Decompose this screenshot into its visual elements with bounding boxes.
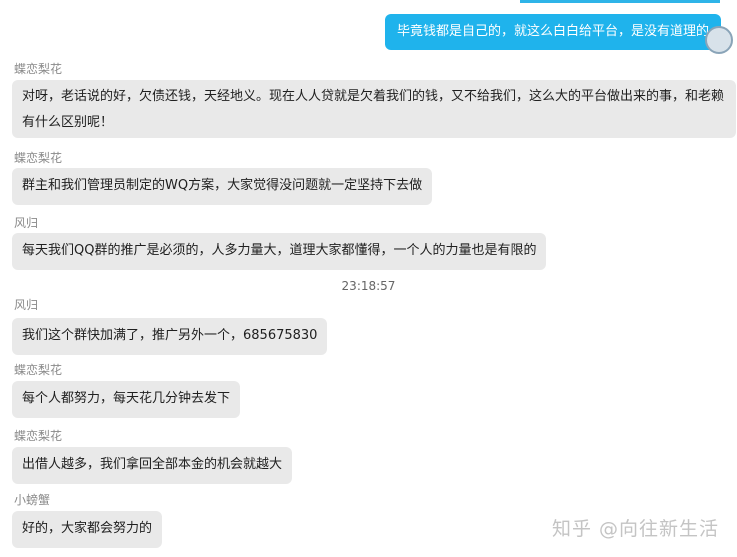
sender-name: 蝶恋梨花 [14, 363, 63, 377]
sender-name: 蝶恋梨花 [14, 62, 63, 76]
sender-name: 风归 [14, 216, 39, 230]
message-text: 我们这个群快加满了，推广另外一个，685675830 [22, 328, 318, 343]
timestamp: 23:18:57 [341, 279, 396, 293]
message-text: 毕竟钱都是自己的，就这么白白给平台，是没有道理的 [396, 24, 709, 39]
message-text: 每天我们QQ群的推广是必须的，人多力量大，道理大家都懂得，一个人的力量也是有限的 [22, 243, 537, 258]
sender-name: 蝶恋梨花 [14, 151, 63, 165]
message-bubble: 每天我们QQ群的推广是必须的，人多力量大，道理大家都懂得，一个人的力量也是有限的 [12, 233, 547, 270]
message-bubble: 我们这个群快加满了，推广另外一个，685675830 [12, 318, 328, 355]
message-text: 出借人越多，我们拿回全部本金的机会就越大 [22, 457, 283, 472]
sender-name: 蝶恋梨花 [14, 429, 63, 443]
sent-message-bubble: 毕竟钱都是自己的，就这么白白给平台，是没有道理的 [384, 14, 733, 54]
message-text: 好的，大家都会努力的 [22, 521, 153, 536]
message-text: 群主和我们管理员制定的WQ方案，大家觉得没问题就一定坚持下去做 [22, 178, 423, 193]
sender-name: 小螃蟹 [14, 493, 51, 507]
message-bubble: 出借人越多，我们拿回全部本金的机会就越大 [12, 447, 293, 484]
message-text: 对呀，老话说的好，欠债还钱，天经地义。现在人人贷就是欠着我们的钱，又不给我们，这… [22, 89, 725, 130]
message-bubble: 每个人都努力，每天花几分钟去发下 [12, 381, 241, 418]
message-bubble: 好的，大家都会努力的 [12, 511, 163, 548]
sender-name: 风归 [14, 298, 39, 312]
previous-message-edge [520, 0, 720, 3]
watermark: 知乎 @向往新生活 [551, 518, 719, 540]
message-bubble: 群主和我们管理员制定的WQ方案，大家觉得没问题就一定坚持下去做 [12, 168, 433, 205]
message-bubble: 对呀，老话说的好，欠债还钱，天经地义。现在人人贷就是欠着我们的钱，又不给我们，这… [12, 80, 736, 138]
message-text: 每个人都努力，每天花几分钟去发下 [22, 391, 231, 406]
avatar[interactable] [705, 26, 733, 54]
